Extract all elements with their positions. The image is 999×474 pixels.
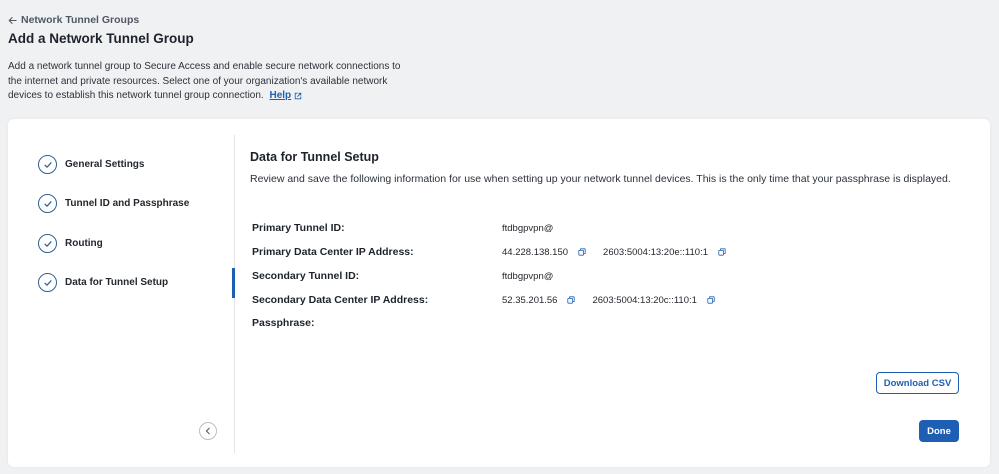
wizard-card: General Settings Tunnel ID and Passphras… (8, 119, 990, 467)
primary-ipv4-value: 44.228.138.150 (502, 246, 569, 258)
step-label: Tunnel ID and Passphrase (65, 198, 190, 209)
copy-icon[interactable] (578, 248, 586, 256)
passphrase-row: Passphrase: (252, 317, 502, 329)
step-general-settings[interactable]: General Settings (38, 155, 144, 174)
secondary-ipv4-value: 52.35.201.56 (502, 294, 558, 306)
copy-icon[interactable] (707, 296, 715, 304)
help-link[interactable]: Help (270, 89, 303, 104)
external-link-icon (294, 93, 302, 100)
row-value: 44.228.138.150 2603:5004:13:20e::110:1 (502, 247, 743, 258)
check-circle-icon (38, 234, 57, 253)
section-title: Data for Tunnel Setup (250, 150, 379, 164)
page-description: Add a network tunnel group to Secure Acc… (8, 60, 403, 104)
done-button[interactable]: Done (919, 420, 959, 442)
copy-icon[interactable] (718, 248, 726, 256)
secondary-tunnel-id-row: Secondary Tunnel ID: ftdbgpvpn@ (252, 270, 553, 282)
secondary-ipv6-value: 2603:5004:13:20c::110:1 (592, 294, 697, 306)
step-tunnel-id-passphrase[interactable]: Tunnel ID and Passphrase (38, 194, 189, 213)
active-step-indicator (232, 268, 235, 298)
step-label: Routing (65, 238, 103, 249)
row-label: Passphrase: (252, 317, 315, 329)
chevron-left-icon (205, 427, 210, 435)
step-label: General Settings (65, 159, 145, 170)
arrow-left-icon (8, 16, 17, 24)
section-description: Review and save the following informatio… (250, 173, 951, 185)
check-circle-icon (38, 273, 57, 292)
row-label: Secondary Data Center IP Address: (252, 294, 429, 306)
step-content: Data for Tunnel Setup Review and save th… (250, 119, 990, 467)
step-list: General Settings Tunnel ID and Passphras… (8, 119, 234, 467)
secondary-tunnel-id-value: ftdbgpvpn@ (502, 270, 554, 282)
row-label: Primary Data Center IP Address: (252, 246, 414, 258)
row-value: 52.35.201.56 2603:5004:13:20c::110:1 (502, 295, 732, 306)
primary-ipv6-value: 2603:5004:13:20e::110:1 (603, 246, 708, 258)
check-circle-icon (38, 155, 57, 174)
primary-dc-ip-row: Primary Data Center IP Address: 44.228.1… (252, 246, 743, 258)
row-label: Primary Tunnel ID: (252, 222, 345, 234)
page-header: Network Tunnel Groups Add a Network Tunn… (8, 14, 408, 104)
step-label: Data for Tunnel Setup (65, 277, 169, 288)
collapse-steps-button[interactable] (199, 422, 217, 440)
download-csv-button[interactable]: Download CSV (876, 372, 959, 394)
back-link-label: Network Tunnel Groups (21, 14, 140, 26)
step-routing[interactable]: Routing (38, 234, 103, 253)
page-description-text: Add a network tunnel group to Secure Acc… (8, 61, 401, 101)
copy-icon[interactable] (567, 296, 576, 304)
check-circle-icon (38, 194, 57, 213)
primary-tunnel-id-row: Primary Tunnel ID: ftdbgpvpn@ (252, 222, 553, 234)
step-data-for-tunnel-setup[interactable]: Data for Tunnel Setup (38, 273, 168, 292)
page-title: Add a Network Tunnel Group (8, 31, 194, 46)
back-link[interactable]: Network Tunnel Groups (8, 14, 408, 26)
secondary-dc-ip-row: Secondary Data Center IP Address: 52.35.… (252, 294, 732, 306)
row-label: Secondary Tunnel ID: (252, 270, 360, 282)
help-link-label: Help (269, 90, 292, 101)
primary-tunnel-id-value: ftdbgpvpn@ (502, 222, 554, 234)
